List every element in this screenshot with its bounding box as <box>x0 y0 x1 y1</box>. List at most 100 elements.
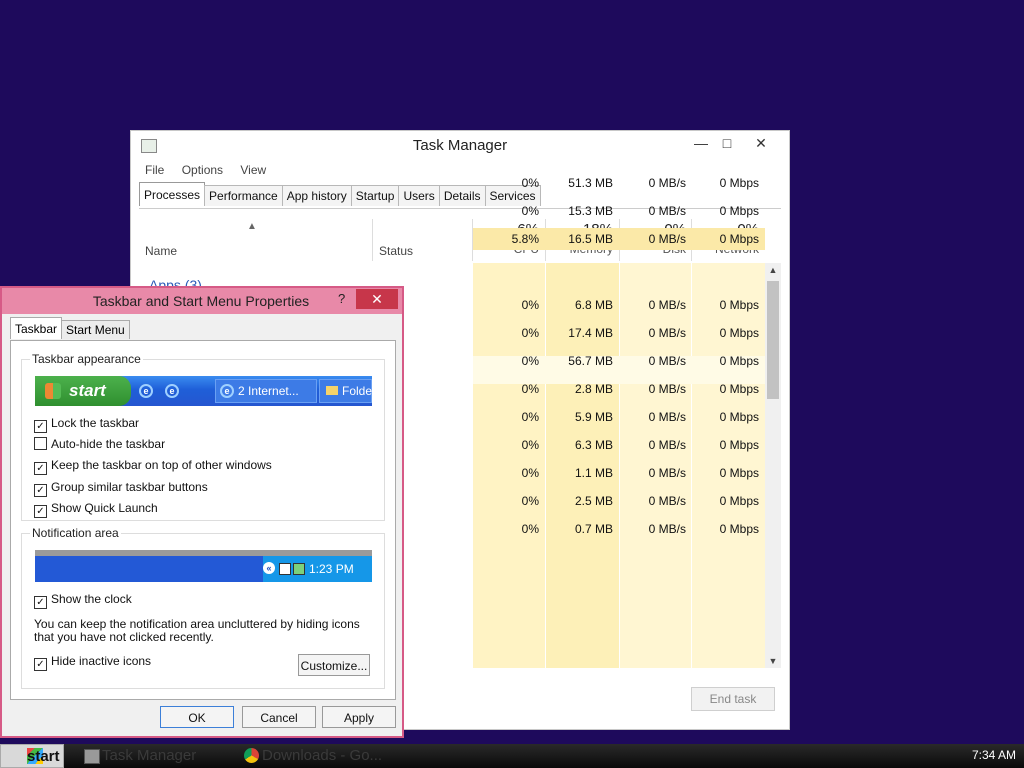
checkbox-label: Show the clock <box>51 592 132 606</box>
windows-flag-icon <box>45 383 61 399</box>
checkbox-box[interactable]: ✓ <box>34 596 47 609</box>
help-button[interactable]: ? <box>338 291 345 306</box>
checkbox-box[interactable]: ✓ <box>34 658 47 671</box>
close-button[interactable]: ✕ <box>747 133 775 153</box>
network-tray-icon <box>279 563 291 575</box>
end-task-button[interactable]: End task <box>691 687 775 711</box>
disk-cell: 0 MB/s <box>648 438 686 452</box>
checkbox-label: Auto-hide the taskbar <box>51 437 166 451</box>
disk-cell: 0 MB/s <box>648 204 686 218</box>
taskbar-option-checkbox[interactable]: ✓ Group similar taskbar buttons <box>34 480 208 497</box>
taskbar-item-downloads[interactable]: Downloads - Go... <box>242 746 382 766</box>
taskbar-item-task-manager[interactable]: Task Manager <box>82 746 196 766</box>
checkbox-label: Show Quick Launch <box>51 501 158 515</box>
checkbox-box[interactable]: ✓ <box>34 484 47 497</box>
table-row[interactable] <box>473 255 765 277</box>
start-button[interactable]: start <box>0 744 64 768</box>
tab-processes[interactable]: Processes <box>139 182 206 206</box>
scroll-thumb[interactable] <box>767 281 779 399</box>
tray-preview-tray: « 1:23 PM <box>263 556 372 582</box>
show-clock-checkbox[interactable]: ✓ Show the clock <box>34 592 132 609</box>
table-row[interactable]: 0% 2.5 MB 0 MB/s 0 Mbps <box>473 490 765 512</box>
disk-cell: 0 MB/s <box>648 326 686 340</box>
tab-performance[interactable]: Performance <box>204 185 283 206</box>
network-cell: 0 Mbps <box>719 298 759 312</box>
table-row[interactable]: 0% 5.9 MB 0 MB/s 0 Mbps <box>473 406 765 428</box>
disk-cell: 0 MB/s <box>648 298 686 312</box>
cpu-cell: 5.8% <box>511 232 539 246</box>
tab-startup[interactable]: Startup <box>350 185 400 206</box>
table-row[interactable]: 0% 6.8 MB 0 MB/s 0 Mbps <box>473 294 765 316</box>
maximize-button[interactable]: □ <box>713 133 741 153</box>
preview-window-label: 2 Internet... <box>238 384 299 398</box>
menu-options[interactable]: Options <box>182 163 223 177</box>
scroll-down-icon[interactable]: ▼ <box>765 656 781 666</box>
table-row[interactable]: 0% 17.4 MB 0 MB/s 0 Mbps <box>473 322 765 344</box>
expand-chevron-icon: « <box>263 562 275 574</box>
network-cell: 0 Mbps <box>719 494 759 508</box>
disk-cell: 0 MB/s <box>648 466 686 480</box>
cpu-cell: 0% <box>521 176 539 190</box>
menu-view[interactable]: View <box>240 163 266 177</box>
checkbox-box[interactable]: ✓ <box>34 420 47 433</box>
task-manager-titlebar[interactable]: Task Manager — □ ✕ <box>131 131 789 159</box>
tab-users[interactable]: Users <box>398 185 440 206</box>
taskbar-preview: start e e e 2 Internet... Folde <box>35 376 372 406</box>
checkbox-label: Hide inactive icons <box>51 654 152 668</box>
checkbox-box[interactable]: ✓ <box>34 505 47 518</box>
cancel-button[interactable]: Cancel <box>242 706 316 728</box>
device-tray-icon <box>293 563 305 575</box>
folder-icon <box>326 386 338 395</box>
column-divider[interactable] <box>372 219 373 261</box>
tab-start-menu[interactable]: Start Menu <box>61 320 130 339</box>
taskbar-option-checkbox[interactable]: ✓ Keep the taskbar on top of other window… <box>34 458 272 475</box>
network-cell: 0 Mbps <box>719 522 759 536</box>
notification-description: You can keep the notification area unclu… <box>34 617 360 644</box>
network-cell: 0 Mbps <box>719 354 759 368</box>
taskbar-item-label: Downloads - Go... <box>262 747 383 764</box>
scroll-up-icon[interactable]: ▲ <box>765 265 781 275</box>
cpu-cell: 0% <box>521 298 539 312</box>
table-row[interactable]: 0% 1.1 MB 0 MB/s 0 Mbps <box>473 462 765 484</box>
vertical-scrollbar[interactable]: ▲ ▼ <box>765 263 781 668</box>
checkbox-box[interactable] <box>34 437 47 450</box>
table-row[interactable]: 0% 51.3 MB 0 MB/s 0 Mbps <box>473 172 765 194</box>
table-row[interactable]: 5.8% 16.5 MB 0 MB/s 0 Mbps <box>473 228 765 250</box>
table-row[interactable]: 0% 56.7 MB 0 MB/s 0 Mbps <box>473 350 765 372</box>
sort-arrow-icon: ▲ <box>247 221 257 232</box>
chrome-icon <box>244 748 259 763</box>
ok-button[interactable]: OK <box>160 706 234 728</box>
dialog-titlebar[interactable]: Taskbar and Start Menu Properties ? ✕ <box>2 288 402 314</box>
tab-taskbar[interactable]: Taskbar <box>10 317 63 339</box>
network-cell: 0 Mbps <box>719 232 759 246</box>
minimize-button[interactable]: — <box>687 133 715 153</box>
customize-button[interactable]: Customize... <box>298 654 370 676</box>
taskbar-option-checkbox[interactable]: ✓ Lock the taskbar <box>34 416 139 433</box>
menu-bar: File Options View <box>145 163 280 181</box>
preview-folder-button: Folde <box>319 379 372 403</box>
taskbar-option-checkbox[interactable]: Auto-hide the taskbar <box>34 437 165 451</box>
ie-quicklaunch-icon: e <box>165 384 179 398</box>
checkbox-box[interactable]: ✓ <box>34 462 47 475</box>
memory-cell: 17.4 MB <box>568 326 613 340</box>
cpu-cell: 0% <box>521 410 539 424</box>
menu-file[interactable]: File <box>145 163 164 177</box>
column-header-status[interactable]: Status <box>379 244 413 258</box>
apply-button[interactable]: Apply <box>322 706 396 728</box>
table-row[interactable]: 0% 6.3 MB 0 MB/s 0 Mbps <box>473 434 765 456</box>
tab-app-history[interactable]: App history <box>281 185 352 206</box>
disk-cell: 0 MB/s <box>648 232 686 246</box>
cpu-cell: 0% <box>521 466 539 480</box>
taskbar-clock[interactable]: 7:34 AM <box>972 748 1016 762</box>
tray-preview-bar <box>35 556 265 582</box>
cpu-cell: 0% <box>521 522 539 536</box>
taskbar-option-checkbox[interactable]: ✓ Show Quick Launch <box>34 501 158 518</box>
task-manager-icon <box>84 749 100 764</box>
table-row[interactable]: 0% 0.7 MB 0 MB/s 0 Mbps <box>473 518 765 540</box>
disk-cell: 0 MB/s <box>648 354 686 368</box>
table-row[interactable]: 0% 2.8 MB 0 MB/s 0 Mbps <box>473 378 765 400</box>
dialog-close-button[interactable]: ✕ <box>356 289 398 309</box>
table-row[interactable]: 0% 15.3 MB 0 MB/s 0 Mbps <box>473 200 765 222</box>
column-header-name[interactable]: Name <box>145 244 177 258</box>
hide-inactive-icons-checkbox[interactable]: ✓ Hide inactive icons <box>34 654 151 671</box>
